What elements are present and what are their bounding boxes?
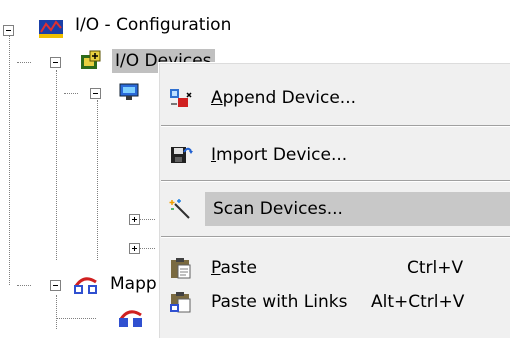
menu-item-append-device[interactable]: Append Device... bbox=[159, 81, 510, 115]
menu-item-paste-with-links[interactable]: Paste with Links Alt+Ctrl+V bbox=[159, 285, 510, 319]
tree-line bbox=[56, 70, 57, 260]
mnemonic: P bbox=[211, 258, 221, 278]
label-text: Scan Devices... bbox=[213, 199, 343, 219]
menu-item-scan-devices[interactable]: Scan Devices... bbox=[159, 192, 510, 226]
menu-item-label: Append Device... bbox=[211, 81, 356, 115]
menu-item-import-device[interactable]: Import Device... bbox=[159, 138, 510, 172]
menu-item-label: Import Device... bbox=[211, 138, 347, 172]
tree-node-mappings[interactable]: Mapp bbox=[110, 272, 157, 296]
collapse-toggle[interactable] bbox=[50, 57, 61, 68]
tree-node-label: I/O - Configuration bbox=[75, 15, 232, 35]
mnemonic: A bbox=[211, 88, 223, 108]
mapping-item-icon bbox=[119, 310, 142, 327]
scan-devices-icon bbox=[169, 199, 190, 219]
import-device-icon bbox=[171, 147, 193, 163]
expand-toggle[interactable] bbox=[129, 214, 140, 225]
menu-separator bbox=[161, 180, 510, 182]
menu-item-shortcut: Alt+Ctrl+V bbox=[371, 292, 465, 312]
collapse-toggle[interactable] bbox=[50, 280, 61, 291]
label-text: aste bbox=[220, 258, 257, 278]
paste-icon bbox=[171, 258, 191, 279]
tree-node-io-configuration[interactable]: I/O - Configuration bbox=[75, 13, 231, 37]
label-text: Paste with Links bbox=[211, 292, 348, 312]
io-devices-icon bbox=[81, 50, 101, 69]
tree-line bbox=[64, 93, 78, 94]
tree-line bbox=[17, 62, 31, 63]
menu-item-label: Scan Devices... bbox=[213, 192, 343, 226]
paste-with-links-icon bbox=[170, 292, 191, 313]
menu-separator bbox=[161, 236, 510, 238]
mappings-icon bbox=[74, 277, 97, 294]
label-text: mport Device... bbox=[216, 145, 348, 165]
label-text: ppend Device... bbox=[222, 88, 357, 108]
device-icon bbox=[119, 83, 139, 100]
tree-line bbox=[17, 285, 31, 286]
menu-item-label: Paste bbox=[211, 251, 257, 285]
tree-line bbox=[97, 100, 98, 260]
menu-item-paste[interactable]: Paste Ctrl+V bbox=[159, 251, 510, 285]
collapse-toggle[interactable] bbox=[3, 25, 14, 36]
menu-item-label: Paste with Links bbox=[211, 285, 347, 319]
tree-node-label: Mapp bbox=[110, 274, 157, 294]
context-menu: Append Device... Import Device... Scan D… bbox=[158, 62, 510, 338]
menu-separator bbox=[161, 125, 510, 127]
io-configuration-icon bbox=[39, 20, 63, 38]
expand-toggle[interactable] bbox=[129, 243, 140, 254]
collapse-toggle[interactable] bbox=[90, 88, 101, 99]
tree-line bbox=[56, 318, 96, 319]
tree-line bbox=[56, 295, 57, 329]
append-device-icon bbox=[170, 89, 192, 107]
menu-item-shortcut: Ctrl+V bbox=[407, 258, 464, 278]
tree-line bbox=[9, 30, 10, 285]
